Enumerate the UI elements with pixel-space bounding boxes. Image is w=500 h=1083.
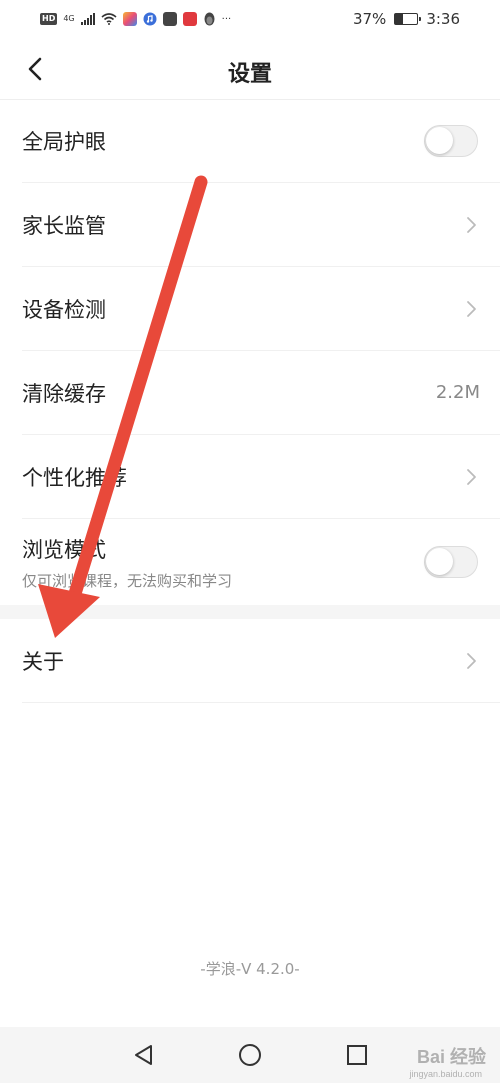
setting-label: 全局护眼	[22, 129, 106, 154]
app-icon-dark	[162, 12, 177, 26]
music-icon	[143, 12, 157, 26]
chevron-right-icon	[467, 216, 476, 233]
setting-label: 清除缓存	[22, 381, 106, 406]
battery-fill	[395, 14, 404, 24]
chevron-right-icon	[467, 300, 476, 317]
square-recents-icon	[346, 1045, 367, 1065]
app-icon-red	[182, 12, 197, 26]
wifi-icon	[101, 13, 117, 25]
chevron-right-icon	[467, 468, 476, 485]
setting-device-check[interactable]: 设备检测	[22, 267, 500, 351]
battery-percent: 37%	[352, 10, 387, 28]
setting-eye-protection[interactable]: 全局护眼	[22, 99, 500, 183]
hd-badge: HD	[40, 13, 58, 25]
browse-mode-toggle[interactable]	[424, 546, 478, 578]
watermark-url: jingyan.baidu.com	[409, 1069, 482, 1079]
nav-home-button[interactable]	[230, 1035, 270, 1075]
battery-icon	[394, 13, 422, 25]
status-left: HD 4G ···	[40, 12, 231, 26]
settings-list: 全局护眼 家长监管 设备检测 清除缓存 2.2M 个性化推荐 浏览模式 仅可浏览…	[0, 99, 500, 703]
section-divider	[0, 605, 500, 619]
toggle-knob	[426, 548, 453, 575]
status-right: 37% 3:36	[353, 10, 460, 28]
setting-clear-cache[interactable]: 清除缓存 2.2M	[22, 351, 500, 435]
eye-protection-toggle[interactable]	[424, 124, 478, 157]
clock: 3:36	[426, 10, 460, 28]
cache-size: 2.2M	[435, 382, 480, 403]
setting-sublabel: 仅可浏览课程，无法购买和学习	[22, 571, 233, 590]
watermark: Bai 经验	[416, 1047, 486, 1067]
setting-label: 关于	[22, 649, 64, 674]
nav-recents-button[interactable]	[337, 1035, 377, 1075]
toggle-knob	[426, 126, 453, 154]
setting-label: 个性化推荐	[22, 465, 127, 490]
app-icon-colorful	[122, 12, 137, 26]
setting-text: 浏览模式 仅可浏览课程，无法购买和学习	[22, 534, 232, 591]
nav-back-button[interactable]	[123, 1035, 163, 1075]
status-bar: HD 4G ··· 37% 3:36	[0, 0, 500, 38]
setting-browse-mode[interactable]: 浏览模式 仅可浏览课程，无法购买和学习	[22, 519, 500, 605]
setting-parental-control[interactable]: 家长监管	[22, 183, 500, 267]
header: 设置	[0, 38, 500, 100]
setting-personalized-recommendation[interactable]: 个性化推荐	[22, 435, 500, 519]
setting-label: 家长监管	[22, 213, 106, 238]
setting-label: 设备检测	[22, 297, 106, 322]
triangle-back-icon	[135, 1045, 153, 1065]
app-version: -学浪-V 4.2.0-	[200, 960, 300, 978]
page-title: 设置	[227, 62, 272, 87]
setting-label: 浏览模式	[22, 537, 106, 562]
network-type: 4G	[63, 14, 75, 23]
chevron-right-icon	[467, 652, 476, 669]
setting-about[interactable]: 关于	[22, 619, 500, 703]
signal-icon	[80, 13, 95, 25]
more-notifications: ···	[221, 13, 232, 25]
circle-home-icon	[238, 1044, 261, 1066]
penguin-icon	[204, 12, 215, 26]
